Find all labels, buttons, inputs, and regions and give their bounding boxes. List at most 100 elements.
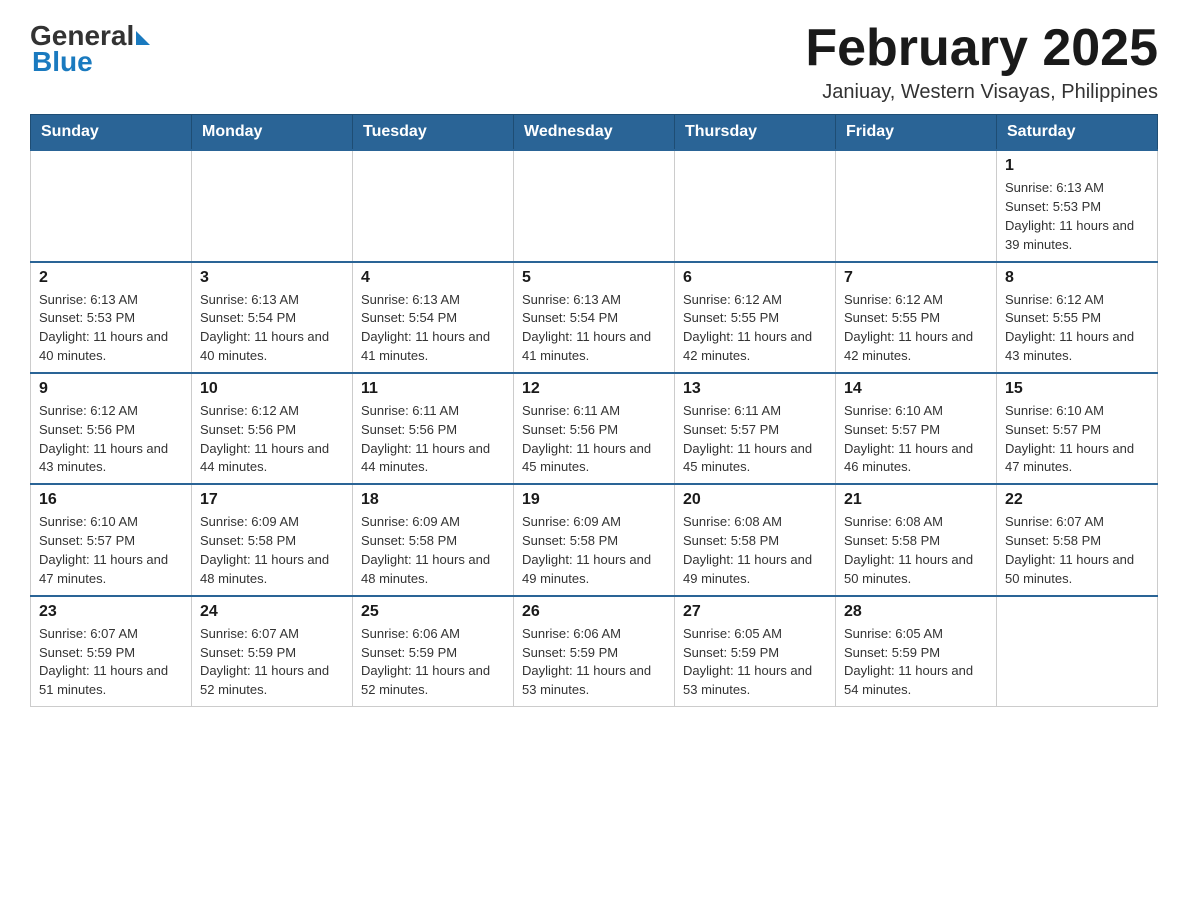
day-number: 16 xyxy=(39,491,183,509)
day-info: Sunrise: 6:12 AMSunset: 5:56 PMDaylight:… xyxy=(200,402,344,477)
day-number: 2 xyxy=(39,269,183,287)
table-row: 19Sunrise: 6:09 AMSunset: 5:58 PMDayligh… xyxy=(514,484,675,595)
page-subtitle: Janiuay, Western Visayas, Philippines xyxy=(805,81,1158,104)
day-info-line: Sunset: 5:54 PM xyxy=(200,310,296,325)
day-info: Sunrise: 6:06 AMSunset: 5:59 PMDaylight:… xyxy=(522,625,666,700)
day-number: 27 xyxy=(683,603,827,621)
day-info: Sunrise: 6:09 AMSunset: 5:58 PMDaylight:… xyxy=(200,513,344,588)
day-info-line: Sunrise: 6:13 AM xyxy=(361,292,460,307)
table-row xyxy=(192,150,353,261)
day-info-line: Sunrise: 6:13 AM xyxy=(522,292,621,307)
day-number: 13 xyxy=(683,380,827,398)
table-row: 26 Sunrise: 6:06 AMSunset: 5:59 PMDayligh… xyxy=(514,596,675,707)
table-row: 17 Sunrise: 6:09 AMSunset: 5:58 PMDayligh… xyxy=(192,484,353,595)
day-info-line: Daylight: 11 hours and 44 minutes. xyxy=(361,441,490,475)
table-row xyxy=(997,596,1158,707)
day-info-line: Sunrise: 6:12 AM xyxy=(200,403,299,418)
day-info: Sunrise: 6:10 AMSunset: 5:57 PMDaylight:… xyxy=(844,402,988,477)
calendar-week-row: 16 Sunrise: 6:10 AM Sunset: 5:57 PM Dayligh… xyxy=(31,484,1158,595)
day-info-line: Sunrise: 6:09 AM xyxy=(361,514,460,529)
day-number: 15 xyxy=(1005,380,1149,398)
day-info-line: Sunrise: 6:12 AM xyxy=(844,292,943,307)
day-info-line: Sunrise: 6:08 AM xyxy=(844,514,943,529)
table-row: 27Sunrise: 6:05 AMSunset: 5:59 PMDayligh… xyxy=(675,596,836,707)
day-info: Sunrise: 6:06 AMSunset: 5:59 PMDaylight:… xyxy=(361,625,505,700)
day-info: Sunrise: 6:08 AMSunset: 5:58 PMDaylight:… xyxy=(844,513,988,588)
day-number: 17 xyxy=(200,491,344,509)
day-info: Sunrise: 6:13 AMSunset: 5:54 PMDaylight:… xyxy=(522,291,666,366)
day-info-line: Daylight: 11 hours and 52 minutes. xyxy=(200,663,329,697)
day-info-line: Sunset: 5:59 PM xyxy=(200,645,296,660)
day-info: Sunrise: 6:13 AMSunset: 5:54 PMDaylight:… xyxy=(200,291,344,366)
day-number: 14 xyxy=(844,380,988,398)
table-row: 2Sunrise: 6:13 AMSunset: 5:53 PMDaylight… xyxy=(31,262,192,373)
day-info: Sunrise: 6:10 AMSunset: 5:57 PMDaylight:… xyxy=(1005,402,1149,477)
day-info-line: Sunrise: 6:09 AM xyxy=(522,514,621,529)
day-info: Sunrise: 6:11 AMSunset: 5:56 PMDaylight:… xyxy=(361,402,505,477)
day-number: 6 xyxy=(683,269,827,287)
day-number: 28 xyxy=(844,603,988,621)
day-info-line: Sunset: 5:58 PM xyxy=(200,533,296,548)
day-info: Sunrise: 6:07 AMSunset: 5:59 PMDaylight:… xyxy=(39,625,183,700)
day-info-line: Sunset: 5:57 PM xyxy=(683,422,779,437)
table-row: 10Sunrise: 6:12 AMSunset: 5:56 PMDayligh… xyxy=(192,373,353,484)
table-row: 18Sunrise: 6:09 AMSunset: 5:58 PMDayligh… xyxy=(353,484,514,595)
day-info-line: Daylight: 11 hours and 51 minutes. xyxy=(39,663,168,697)
day-info-line: Sunrise: 6:12 AM xyxy=(1005,292,1104,307)
table-row xyxy=(31,150,192,261)
day-info-line: Sunrise: 6:10 AM xyxy=(1005,403,1104,418)
day-info-line: Sunset: 5:56 PM xyxy=(39,422,135,437)
day-info-line: Sunset: 5:54 PM xyxy=(361,310,457,325)
header-saturday: Saturday xyxy=(997,115,1158,151)
day-info-line: Sunset: 5:59 PM xyxy=(522,645,618,660)
day-info-line: Sunrise: 6:10 AM xyxy=(39,514,138,529)
day-info: Sunrise: 6:13 AMSunset: 5:53 PMDaylight:… xyxy=(1005,179,1149,254)
day-info-line: Sunset: 5:57 PM xyxy=(39,533,135,548)
day-info-line: Sunset: 5:59 PM xyxy=(39,645,135,660)
header-sunday: Sunday xyxy=(31,115,192,151)
table-row: 14 Sunrise: 6:10 AMSunset: 5:57 PMDayligh… xyxy=(836,373,997,484)
day-info-line: Sunset: 5:55 PM xyxy=(844,310,940,325)
day-info-line: Sunset: 5:58 PM xyxy=(683,533,779,548)
page-title: February 2025 xyxy=(805,20,1158,77)
day-info-line: Sunset: 5:55 PM xyxy=(1005,310,1101,325)
day-number: 18 xyxy=(361,491,505,509)
day-number: 12 xyxy=(522,380,666,398)
table-row: 13Sunrise: 6:11 AMSunset: 5:57 PMDayligh… xyxy=(675,373,836,484)
day-info: Sunrise: 6:07 AMSunset: 5:58 PMDaylight:… xyxy=(1005,513,1149,588)
day-info-line: Sunset: 5:56 PM xyxy=(522,422,618,437)
day-info-line: Daylight: 11 hours and 49 minutes. xyxy=(683,552,812,586)
table-row: 5Sunrise: 6:13 AMSunset: 5:54 PMDaylight… xyxy=(514,262,675,373)
table-row: 7Sunrise: 6:12 AMSunset: 5:55 PMDaylight… xyxy=(836,262,997,373)
day-info-line: Sunrise: 6:11 AM xyxy=(522,403,620,418)
day-number: 26 xyxy=(522,603,666,621)
day-info-line: Sunset: 5:55 PM xyxy=(683,310,779,325)
table-row: 25Sunrise: 6:06 AMSunset: 5:59 PMDayligh… xyxy=(353,596,514,707)
day-info-line: Sunset: 5:58 PM xyxy=(361,533,457,548)
day-info: Sunrise: 6:05 AMSunset: 5:59 PMDaylight:… xyxy=(844,625,988,700)
calendar-week-row: 9Sunrise: 6:12 AMSunset: 5:56 PMDaylight… xyxy=(31,373,1158,484)
day-info-line: Daylight: 11 hours and 49 minutes. xyxy=(522,552,651,586)
day-info-line: Sunrise: 6:10 AM xyxy=(844,403,943,418)
day-info-line: Daylight: 11 hours and 40 minutes. xyxy=(39,329,168,363)
day-info: Sunrise: 6:11 AMSunset: 5:56 PMDaylight:… xyxy=(522,402,666,477)
day-info-line: Daylight: 11 hours and 53 minutes. xyxy=(522,663,651,697)
day-info-line: Sunrise: 6:11 AM xyxy=(683,403,781,418)
day-info-line: Daylight: 11 hours and 50 minutes. xyxy=(1005,552,1134,586)
day-info-line: Sunrise: 6:13 AM xyxy=(39,292,138,307)
table-row: 21Sunrise: 6:08 AMSunset: 5:58 PMDayligh… xyxy=(836,484,997,595)
day-info-line: Sunset: 5:57 PM xyxy=(1005,422,1101,437)
table-row: 20Sunrise: 6:08 AMSunset: 5:58 PMDayligh… xyxy=(675,484,836,595)
day-info-line: Daylight: 11 hours and 40 minutes. xyxy=(200,329,329,363)
day-number: 4 xyxy=(361,269,505,287)
day-info-line: Sunrise: 6:08 AM xyxy=(683,514,782,529)
day-number: 11 xyxy=(361,380,505,398)
day-info: Sunrise: 6:12 AMSunset: 5:55 PMDaylight:… xyxy=(844,291,988,366)
day-info-line: Daylight: 11 hours and 52 minutes. xyxy=(361,663,490,697)
table-row: 15Sunrise: 6:10 AMSunset: 5:57 PMDayligh… xyxy=(997,373,1158,484)
day-info-line: Sunrise: 6:12 AM xyxy=(683,292,782,307)
table-row xyxy=(836,150,997,261)
day-number: 10 xyxy=(200,380,344,398)
header-wednesday: Wednesday xyxy=(514,115,675,151)
day-info-line: Sunset: 5:56 PM xyxy=(200,422,296,437)
